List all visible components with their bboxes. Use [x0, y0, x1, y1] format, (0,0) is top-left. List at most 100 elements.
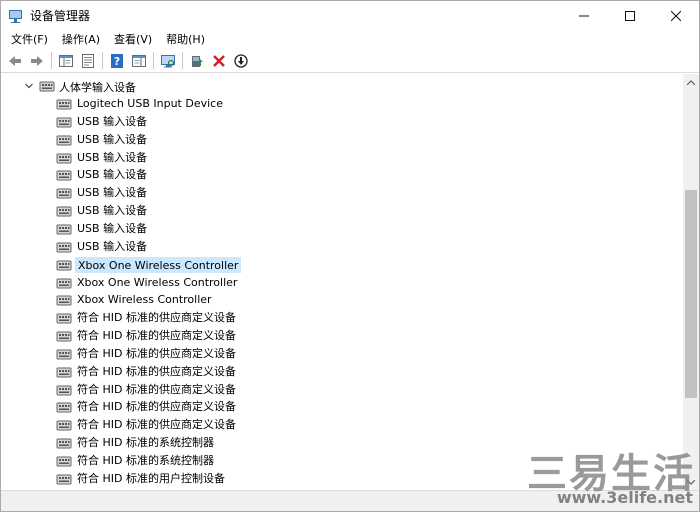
help-button[interactable]: ?: [106, 50, 128, 72]
hid-device-icon: [56, 420, 72, 431]
device-row[interactable]: 符合 HID 标准的供应商定义设备: [2, 327, 683, 345]
device-row[interactable]: 符合 HID 标准的供应商定义设备: [2, 345, 683, 363]
chevron-down-icon: [687, 479, 695, 485]
minimize-icon: [579, 15, 589, 16]
device-row[interactable]: USB 输入设备: [2, 166, 683, 184]
hid-device-icon: [56, 349, 72, 360]
hid-device-icon: [56, 242, 72, 253]
scroll-up-button[interactable]: [683, 74, 699, 90]
close-button[interactable]: [653, 1, 699, 30]
device-row[interactable]: Xbox One Wireless Controller: [2, 274, 683, 292]
device-label: USB 输入设备: [77, 204, 148, 217]
device-tree[interactable]: 人体学输入设备 Logitech USB Input Device USB 输入设…: [2, 74, 683, 490]
hid-device-icon: [56, 206, 72, 217]
device-label: USB 输入设备: [77, 240, 148, 253]
properties-icon: [82, 53, 94, 68]
device-label: 符合 HID 标准的用户控制设备: [77, 472, 225, 485]
hid-device-icon: [56, 99, 72, 110]
window-controls: [561, 1, 699, 30]
device-row[interactable]: 符合 HID 标准的系统控制器: [2, 434, 683, 452]
device-manager-icon: [8, 8, 24, 24]
device-label: Xbox One Wireless Controller: [77, 276, 238, 289]
menu-help[interactable]: 帮助(H): [159, 30, 212, 49]
hid-device-icon: [56, 385, 72, 396]
chevron-down-icon[interactable]: [24, 81, 34, 91]
disable-device-button[interactable]: [230, 50, 252, 72]
hid-device-icon: [56, 224, 72, 235]
toolbar-separator: [182, 52, 183, 69]
hid-device-icon: [56, 331, 72, 342]
hid-device-icon: [39, 81, 55, 92]
chevron-up-icon: [687, 79, 695, 85]
device-row[interactable]: 符合 HID 标准的供应商定义设备: [2, 363, 683, 381]
back-button[interactable]: [4, 50, 26, 72]
device-row[interactable]: 符合 HID 标准的供应商定义设备: [2, 416, 683, 434]
show-hide-tree-button[interactable]: [55, 50, 77, 72]
device-row[interactable]: USB 输入设备: [2, 220, 683, 238]
hid-device-icon: [56, 367, 72, 378]
device-label: 符合 HID 标准的供应商定义设备: [77, 311, 236, 324]
svg-text:?: ?: [114, 55, 120, 68]
forward-button[interactable]: [26, 50, 48, 72]
hid-device-icon: [56, 135, 72, 146]
device-row[interactable]: USB 输入设备: [2, 131, 683, 149]
hid-device-icon: [56, 402, 72, 413]
device-row[interactable]: USB 输入设备: [2, 202, 683, 220]
hid-device-icon: [56, 313, 72, 324]
device-row[interactable]: Logitech USB Input Device: [2, 95, 683, 113]
minimize-button[interactable]: [561, 1, 607, 30]
update-driver-icon: [192, 55, 203, 67]
device-label: USB 输入设备: [77, 222, 148, 235]
device-row[interactable]: 符合 HID 标准的用户控制设备: [2, 470, 683, 488]
toolbar: ?: [1, 49, 699, 73]
device-row[interactable]: USB 输入设备: [2, 113, 683, 131]
menu-view[interactable]: 查看(V): [107, 30, 159, 49]
device-label: USB 输入设备: [77, 115, 148, 128]
device-row[interactable]: 符合 HID 标准的供应商定义设备: [2, 398, 683, 416]
show-hide-action-pane-button[interactable]: [128, 50, 150, 72]
device-row[interactable]: Xbox One Wireless Controller: [2, 256, 683, 274]
update-driver-button[interactable]: [186, 50, 208, 72]
title-bar: 设备管理器: [1, 1, 699, 30]
hid-device-icon: [56, 188, 72, 199]
maximize-button[interactable]: [607, 1, 653, 30]
maximize-icon: [625, 10, 635, 21]
vertical-scrollbar[interactable]: [683, 74, 699, 490]
device-label: 符合 HID 标准的供应商定义设备: [77, 329, 236, 342]
device-label: 符合 HID 标准的系统控制器: [77, 454, 214, 467]
hid-device-icon: [56, 474, 72, 485]
forward-arrow-icon: [31, 55, 43, 66]
hid-device-icon: [56, 260, 72, 271]
device-row[interactable]: 符合 HID 标准的供应商定义设备: [2, 381, 683, 399]
scan-hardware-button[interactable]: [157, 50, 179, 72]
menu-file[interactable]: 文件(F): [4, 30, 55, 49]
device-label: Logitech USB Input Device: [77, 97, 223, 110]
back-arrow-icon: [9, 55, 21, 66]
device-label: USB 输入设备: [77, 186, 148, 199]
hid-device-icon: [56, 278, 72, 289]
uninstall-device-button[interactable]: [208, 50, 230, 72]
device-label: USB 输入设备: [77, 168, 148, 181]
scan-hardware-icon: [161, 54, 175, 67]
device-label: 符合 HID 标准的系统控制器: [77, 436, 214, 449]
device-row[interactable]: USB 输入设备: [2, 184, 683, 202]
hid-device-icon: [56, 117, 72, 128]
device-label: 符合 HID 标准的供应商定义设备: [77, 383, 236, 396]
scrollbar-thumb[interactable]: [685, 190, 697, 398]
device-row[interactable]: USB 输入设备: [2, 238, 683, 256]
hid-device-icon: [56, 456, 72, 467]
device-row[interactable]: Xbox Wireless Controller: [2, 291, 683, 309]
device-label: 符合 HID 标准的供应商定义设备: [77, 400, 236, 413]
window-title: 设备管理器: [30, 9, 91, 23]
scroll-down-button[interactable]: [683, 474, 699, 490]
properties-button[interactable]: [77, 50, 99, 72]
device-row[interactable]: USB 输入设备: [2, 149, 683, 167]
device-row[interactable]: 符合 HID 标准的供应商定义设备: [2, 309, 683, 327]
device-row[interactable]: 符合 HID 标准的系统控制器: [2, 452, 683, 470]
menu-bar: 文件(F) 操作(A) 查看(V) 帮助(H): [1, 30, 699, 49]
hid-device-icon: [56, 295, 72, 306]
hid-device-icon: [56, 153, 72, 164]
disable-device-icon: [234, 53, 248, 68]
menu-action[interactable]: 操作(A): [55, 30, 107, 49]
help-icon: ?: [111, 53, 123, 68]
